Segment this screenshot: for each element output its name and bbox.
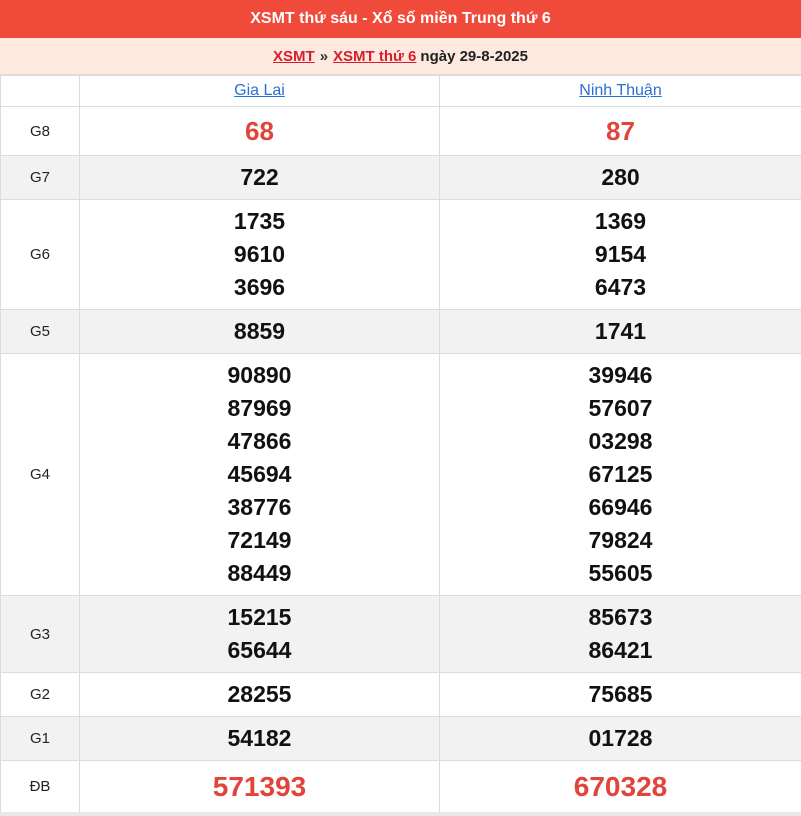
result-number: 3696: [233, 274, 286, 300]
draw-date: ngày 29-8-2025: [420, 47, 528, 65]
result-cell-gia-lai: 571393: [79, 760, 440, 813]
prize-label: G8: [0, 106, 80, 156]
result-number: 1741: [594, 318, 647, 344]
result-number: 722: [240, 164, 279, 190]
result-cell-gia-lai: 28255: [79, 672, 440, 717]
table-row: G5 8859 1741: [0, 309, 801, 354]
table-row: G2 28255 75685: [0, 672, 801, 717]
result-number: 87969: [227, 395, 292, 421]
result-number: 88449: [227, 560, 292, 586]
table-row: ĐB 571393 670328: [0, 760, 801, 813]
result-cell-gia-lai: 722: [79, 155, 440, 200]
results-page: XSMT thứ sáu - Xổ số miền Trung thứ 6 XS…: [0, 0, 801, 816]
result-number: 67125: [588, 461, 653, 487]
result-cell-ninh-thuan: 87: [439, 106, 801, 156]
result-number: 8859: [233, 318, 286, 344]
result-cell-ninh-thuan: 39946 57607 03298 67125 66946 79824 5560…: [439, 353, 801, 596]
result-number: 75685: [588, 681, 653, 707]
result-cell-ninh-thuan: 75685: [439, 672, 801, 717]
result-number: 57607: [588, 395, 653, 421]
results-table: Gia Lai Ninh Thuận G8 68 87 G7 722 280 G…: [0, 75, 801, 813]
result-number: 15215: [227, 604, 292, 630]
result-cell-ninh-thuan: 1369 9154 6473: [439, 199, 801, 310]
prize-label: G2: [0, 672, 80, 717]
result-number: 9154: [594, 241, 647, 267]
result-cell-ninh-thuan: 01728: [439, 716, 801, 761]
result-cell-gia-lai: 68: [79, 106, 440, 156]
result-number: 79824: [588, 527, 653, 553]
header-province-ninh-thuan: Ninh Thuận: [439, 75, 801, 107]
result-number: 9610: [233, 241, 286, 267]
prize-label: G1: [0, 716, 80, 761]
table-row: G1 54182 01728: [0, 716, 801, 761]
table-row: G3 15215 65644 85673 86421: [0, 595, 801, 673]
page-title: XSMT thứ sáu - Xổ số miền Trung thứ 6: [0, 0, 801, 38]
result-cell-ninh-thuan: 670328: [439, 760, 801, 813]
prize-label: G4: [0, 353, 80, 596]
result-number: 1735: [233, 208, 286, 234]
result-cell-gia-lai: 1735 9610 3696: [79, 199, 440, 310]
breadcrumb-link-xsmt[interactable]: XSMT: [273, 48, 315, 65]
prize-label: ĐB: [0, 760, 80, 813]
breadcrumb: XSMT » XSMT thứ 6 ngày 29-8-2025: [0, 38, 801, 75]
result-number: 47866: [227, 428, 292, 454]
breadcrumb-link-xsmt-thu-6[interactable]: XSMT thứ 6: [333, 48, 416, 65]
prize-label: G5: [0, 309, 80, 354]
special-prize-number: 670328: [573, 771, 668, 802]
result-cell-ninh-thuan: 85673 86421: [439, 595, 801, 673]
result-number: 6473: [594, 274, 647, 300]
result-cell-gia-lai: 90890 87969 47866 45694 38776 72149 8844…: [79, 353, 440, 596]
result-number: 280: [601, 164, 640, 190]
prize-label: G3: [0, 595, 80, 673]
breadcrumb-separator: »: [319, 47, 329, 65]
result-number: 54182: [227, 725, 292, 751]
result-cell-gia-lai: 15215 65644: [79, 595, 440, 673]
result-number: 86421: [588, 637, 653, 663]
result-number: 90890: [227, 362, 292, 388]
result-number: 1369: [594, 208, 647, 234]
table-row: G6 1735 9610 3696 1369 9154 6473: [0, 199, 801, 310]
special-prize-number: 571393: [212, 771, 307, 802]
result-number: 72149: [227, 527, 292, 553]
result-number: 39946: [588, 362, 653, 388]
result-cell-ninh-thuan: 280: [439, 155, 801, 200]
result-cell-gia-lai: 54182: [79, 716, 440, 761]
bottom-divider: [0, 812, 801, 816]
header-empty-cell: [0, 75, 80, 107]
prize-label: G7: [0, 155, 80, 200]
result-number: 28255: [227, 681, 292, 707]
result-cell-gia-lai: 8859: [79, 309, 440, 354]
header-province-gia-lai: Gia Lai: [79, 75, 440, 107]
result-number: 01728: [588, 725, 653, 751]
result-number: 65644: [227, 637, 292, 663]
result-cell-ninh-thuan: 1741: [439, 309, 801, 354]
province-link-gia-lai[interactable]: Gia Lai: [234, 82, 285, 99]
province-link-ninh-thuan[interactable]: Ninh Thuận: [579, 82, 661, 99]
result-number: 85673: [588, 604, 653, 630]
table-row: G4 90890 87969 47866 45694 38776 72149 8…: [0, 353, 801, 596]
table-row: G8 68 87: [0, 106, 801, 156]
result-number: 45694: [227, 461, 292, 487]
table-row: G7 722 280: [0, 155, 801, 200]
result-number: 66946: [588, 494, 653, 520]
result-number: 55605: [588, 560, 653, 586]
result-number: 38776: [227, 494, 292, 520]
table-header-row: Gia Lai Ninh Thuận: [0, 75, 801, 107]
result-number: 68: [245, 115, 274, 146]
result-number: 03298: [588, 428, 653, 454]
result-number: 87: [606, 115, 635, 146]
prize-label: G6: [0, 199, 80, 310]
